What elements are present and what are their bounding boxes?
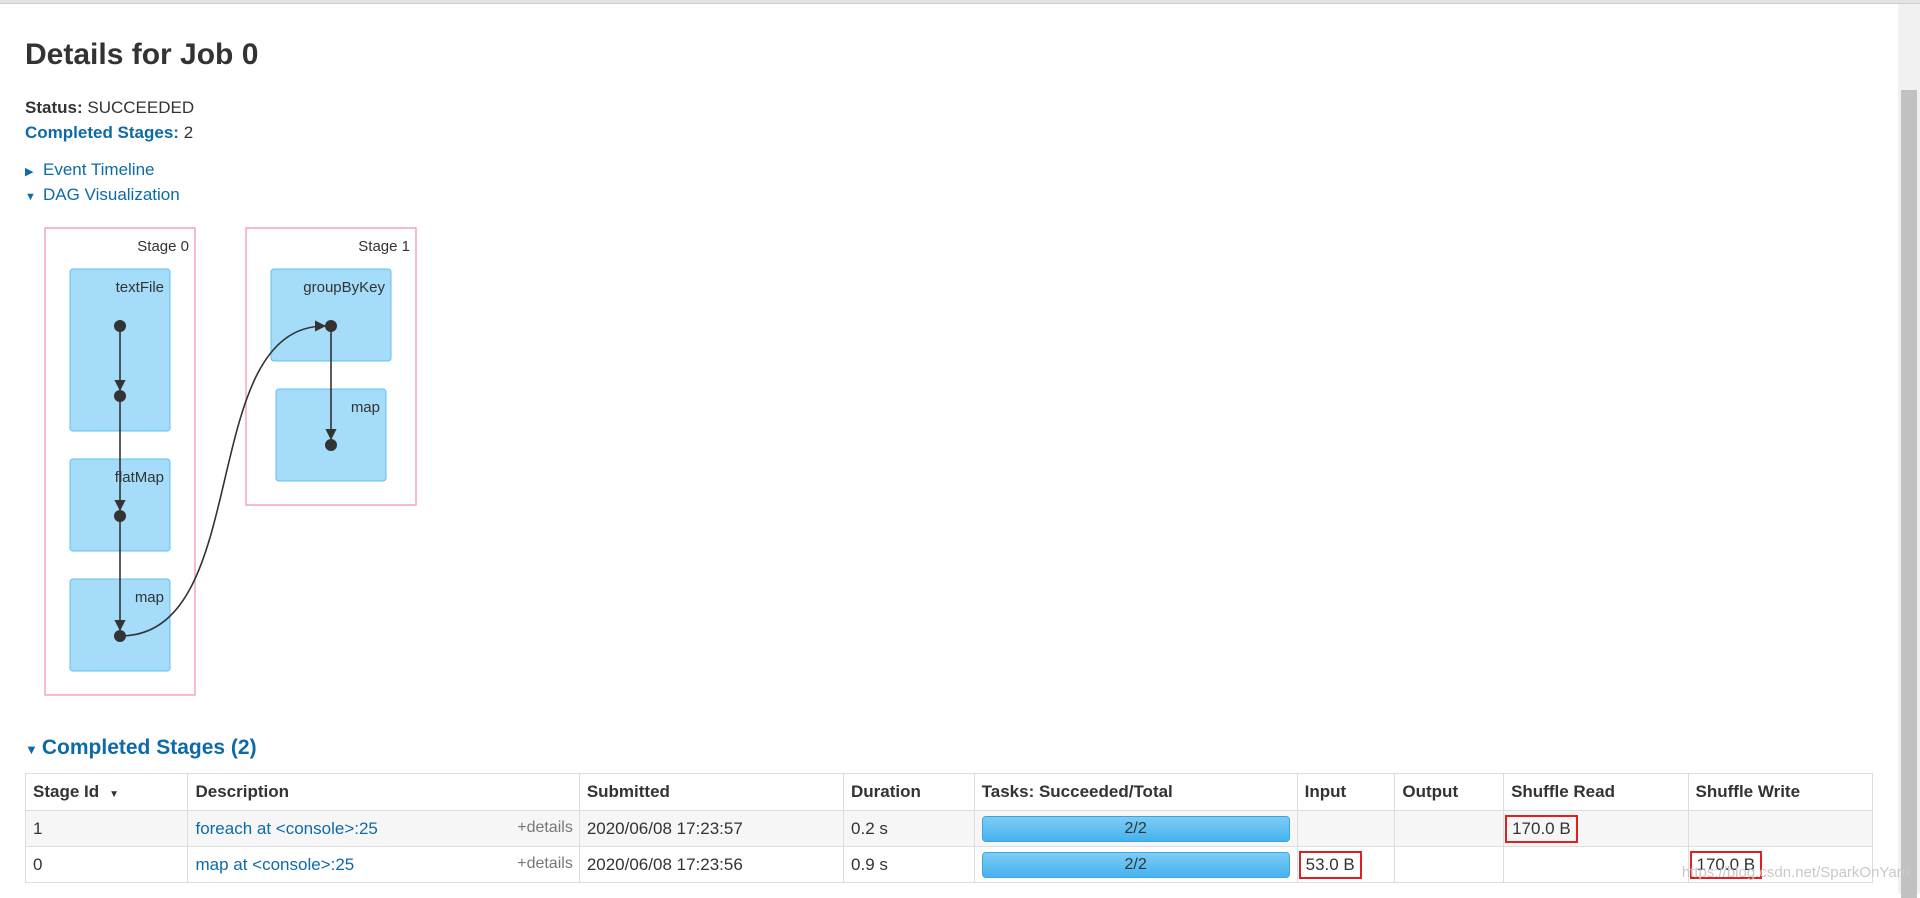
rdd-dot[interactable] [114,320,126,332]
completed-stages-count: 2 [183,123,194,142]
rdd-dot[interactable] [325,320,337,332]
output-cell [1394,846,1505,883]
node-textfile[interactable] [69,268,171,432]
dag-visualization-toggle[interactable]: ▼ DAG Visualization [25,185,180,205]
completed-stages-line: Completed Stages: 2 [25,123,193,143]
node-map-stage0-label: map [135,589,164,606]
node-groupbykey[interactable] [270,268,392,362]
table-header-row: Stage Id ▼ Description Submitted Duration… [24,773,1874,811]
stage-id-cell: 1 [24,810,189,847]
rdd-dot[interactable] [114,510,126,522]
shuffle-read-cell: 170.0 B [1503,810,1689,847]
shuffle-read-value: 170.0 B [1505,814,1578,843]
status-label: Status: [25,98,83,117]
caret-down-icon: ▼ [25,191,36,203]
event-timeline-label: Event Timeline [43,160,155,179]
event-timeline-toggle[interactable]: ▶ Event Timeline [25,160,155,180]
details-toggle[interactable]: +details [517,855,573,873]
stage-0-cluster [44,227,196,696]
scrollbar-thumb[interactable] [1901,90,1917,898]
duration-cell: 0.9 s [843,846,975,883]
stage-1-cluster [245,227,417,506]
column-header-output[interactable]: Output [1394,773,1505,811]
stage-description-link[interactable]: map at <console>:25 [195,855,354,874]
shuffle-write-cell [1687,810,1874,847]
duration-cell: 0.2 s [843,810,975,847]
dag-visualization-label: DAG Visualization [43,185,180,204]
description-cell: foreach at <console>:25 +details [187,810,580,847]
watermark: https://blog.csdn.net/SparkOnYarn [1681,864,1910,881]
dag-visualization: Stage 0 textFile flatMap map Stage 1 gro… [44,227,417,696]
details-toggle[interactable]: +details [517,819,573,837]
vertical-scrollbar[interactable] [1898,4,1920,898]
tasks-cell: 2/2 [973,846,1298,883]
input-cell [1296,810,1396,847]
stage-1-label: Stage 1 [358,238,410,255]
submitted-cell: 2020/06/08 17:23:57 [578,810,845,847]
input-cell: 53.0 B [1296,846,1396,883]
submitted-cell: 2020/06/08 17:23:56 [578,846,845,883]
column-header-duration[interactable]: Duration [843,773,975,811]
stage-id-cell: 0 [24,846,189,883]
stage-description-link[interactable]: foreach at <console>:25 [195,819,377,838]
node-map-stage0[interactable] [69,578,171,672]
node-map-stage1-label: map [351,399,380,416]
column-header-description[interactable]: Description [187,773,580,811]
tasks-progress-bar: 2/2 [981,815,1290,842]
node-map-stage1[interactable] [275,388,387,482]
table-row: 0 map at <console>:25 +details 2020/06/0… [24,846,1874,883]
description-cell: map at <console>:25 +details [187,846,580,883]
input-value: 53.0 B [1298,850,1362,879]
column-header-shuffle-read[interactable]: Shuffle Read [1503,773,1689,811]
tasks-progress-bar: 2/2 [981,851,1290,878]
rdd-dot[interactable] [325,439,337,451]
shuffle-read-cell [1503,846,1689,883]
stage-0-label: Stage 0 [137,238,189,255]
rdd-dot[interactable] [114,390,126,402]
output-cell [1394,810,1505,847]
completed-stages-header: Completed Stages (2) [41,736,257,759]
page-title: Details for Job 0 [25,38,259,71]
column-header-submitted[interactable]: Submitted [578,773,845,811]
table-row: 1 foreach at <console>:25 +details 2020/… [24,810,1874,847]
completed-stages-toggle[interactable]: ▼ Completed Stages (2) [25,736,257,760]
caret-down-icon: ▼ [25,742,38,757]
column-header-tasks[interactable]: Tasks: Succeeded/Total [973,773,1298,811]
node-flatmap-label: flatMap [115,469,164,486]
caret-right-icon: ▶ [25,166,34,178]
node-flatmap[interactable] [69,458,171,552]
sort-desc-icon: ▼ [109,789,120,800]
tasks-cell: 2/2 [973,810,1298,847]
completed-stages-table: Stage Id ▼ Description Submitted Duration… [24,773,1874,883]
status-line: Status: SUCCEEDED [25,98,194,118]
node-textfile-label: textFile [116,279,164,296]
dag-edge-shuffle [119,320,327,637]
completed-stages-link[interactable]: Completed Stages: [25,123,179,142]
status-value: SUCCEEDED [87,98,195,117]
column-header-input[interactable]: Input [1296,773,1396,811]
rdd-dot[interactable] [114,630,126,642]
column-header-stage-id[interactable]: Stage Id ▼ [24,773,189,811]
node-groupbykey-label: groupByKey [303,279,385,296]
browser-top-border [0,0,1920,4]
column-header-shuffle-write[interactable]: Shuffle Write [1687,773,1874,811]
